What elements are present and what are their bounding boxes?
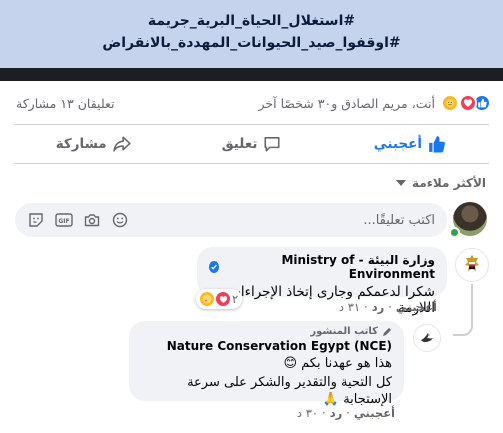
comment-icon	[264, 137, 280, 152]
reply-text-line-1: هذا هو عهدنا بكم 😊	[283, 356, 392, 371]
love-reaction-icon	[216, 292, 230, 306]
pen-icon	[383, 327, 391, 336]
reply-reply-link[interactable]: رد	[330, 406, 343, 420]
post-image-banner[interactable]: #استغلال_الحياة_البرية_جريمة #اوقفوا_صيد…	[0, 0, 503, 68]
reaction-count: ٢	[232, 292, 239, 306]
comment-label: تعليق	[221, 136, 258, 152]
caret-down-icon	[396, 180, 407, 186]
share-label: مشاركة	[55, 136, 107, 152]
reactions-summary[interactable]: أنت، مريم الصادق و٣٠ شخصًا آخر	[258, 94, 491, 112]
comments-shares-count[interactable]: تعليقان ١٣ مشاركة	[16, 96, 114, 111]
author-badge: كاتب المنشور	[141, 326, 392, 337]
like-button[interactable]: أعجبني	[331, 126, 489, 162]
share-icon	[113, 136, 131, 152]
emoji-icon[interactable]	[111, 211, 129, 229]
eagle-emblem-icon	[465, 255, 479, 271]
divider	[14, 124, 489, 125]
ministry-avatar[interactable]	[455, 248, 489, 282]
reply-time[interactable]: ٣٠ د	[297, 406, 318, 420]
care-reaction-icon	[441, 94, 459, 112]
dot-separator: ·	[346, 406, 350, 420]
post-actions: أعجبني تعليق مشاركة	[14, 126, 489, 162]
sort-label: الأكثر ملاءمة	[412, 176, 486, 190]
dot-separator: ·	[364, 300, 368, 314]
verified-badge-icon	[209, 261, 220, 273]
love-reaction-icon	[459, 94, 477, 112]
gif-icon[interactable]: GIF	[55, 211, 73, 229]
comment-reply-link[interactable]: رد	[372, 300, 385, 314]
dot-separator: ·	[388, 300, 392, 314]
hashtag-line-2: #اوقفوا_صيد_الحيوانات_المهددة_بالانقراض	[102, 35, 401, 51]
nce-avatar[interactable]	[413, 324, 441, 352]
reply-meta: أعجبني · رد · ٣٠ د	[297, 406, 395, 420]
like-icon	[429, 136, 445, 153]
share-button[interactable]: مشاركة	[14, 126, 172, 162]
post-stats-row: تعليقان ١٣ مشاركة أنت، مريم الصادق و٣٠ ش…	[16, 92, 491, 114]
reply-like-link[interactable]: أعجبني	[354, 406, 395, 420]
reply-text-line-2: كل التحية والتقدير والشكر على سرعة الإست…	[187, 375, 392, 407]
image-bottom-strip	[0, 68, 503, 81]
dot-separator: ·	[322, 406, 326, 420]
divider	[14, 163, 489, 164]
svg-text:GIF: GIF	[58, 218, 69, 225]
bird-logo-icon	[421, 333, 433, 342]
sticker-icon[interactable]	[27, 211, 45, 229]
badge-label: كاتب المنشور	[310, 326, 378, 337]
composer-tools: GIF	[27, 211, 129, 229]
camera-icon[interactable]	[83, 211, 101, 229]
comment-reactions[interactable]: ٢	[196, 289, 243, 309]
comment-button[interactable]: تعليق	[172, 126, 330, 162]
comment-time[interactable]: ٣١ د	[339, 300, 360, 314]
thread-connector-curve	[453, 318, 473, 336]
reaction-icons	[441, 94, 491, 112]
reply-bubble: كاتب المنشور Nature Conservation Egypt (…	[129, 321, 404, 407]
reply-author[interactable]: Nature Conservation Egypt (NCE)	[141, 339, 392, 353]
author-name: وزارة البيئة - Ministry of Environment	[281, 253, 435, 281]
reaction-names: أنت، مريم الصادق و٣٠ شخصًا آخر	[258, 95, 436, 111]
hashtag-line-1: #استغلال_الحياة_البرية_جريمة	[147, 13, 356, 29]
comment-sort-dropdown[interactable]: الأكثر ملاءمة	[396, 176, 486, 190]
comment-author[interactable]: وزارة البيئة - Ministry of Environment	[209, 253, 435, 281]
comment-like-link[interactable]: أعجبني	[396, 300, 437, 314]
comment-composer[interactable]: GIF	[15, 203, 447, 237]
like-label: أعجبني	[373, 136, 422, 152]
comment-input[interactable]	[235, 212, 435, 228]
online-status-dot	[449, 227, 460, 238]
comment-meta: أعجبني · رد · ٣١ د	[339, 300, 437, 314]
care-reaction-icon	[200, 292, 214, 306]
